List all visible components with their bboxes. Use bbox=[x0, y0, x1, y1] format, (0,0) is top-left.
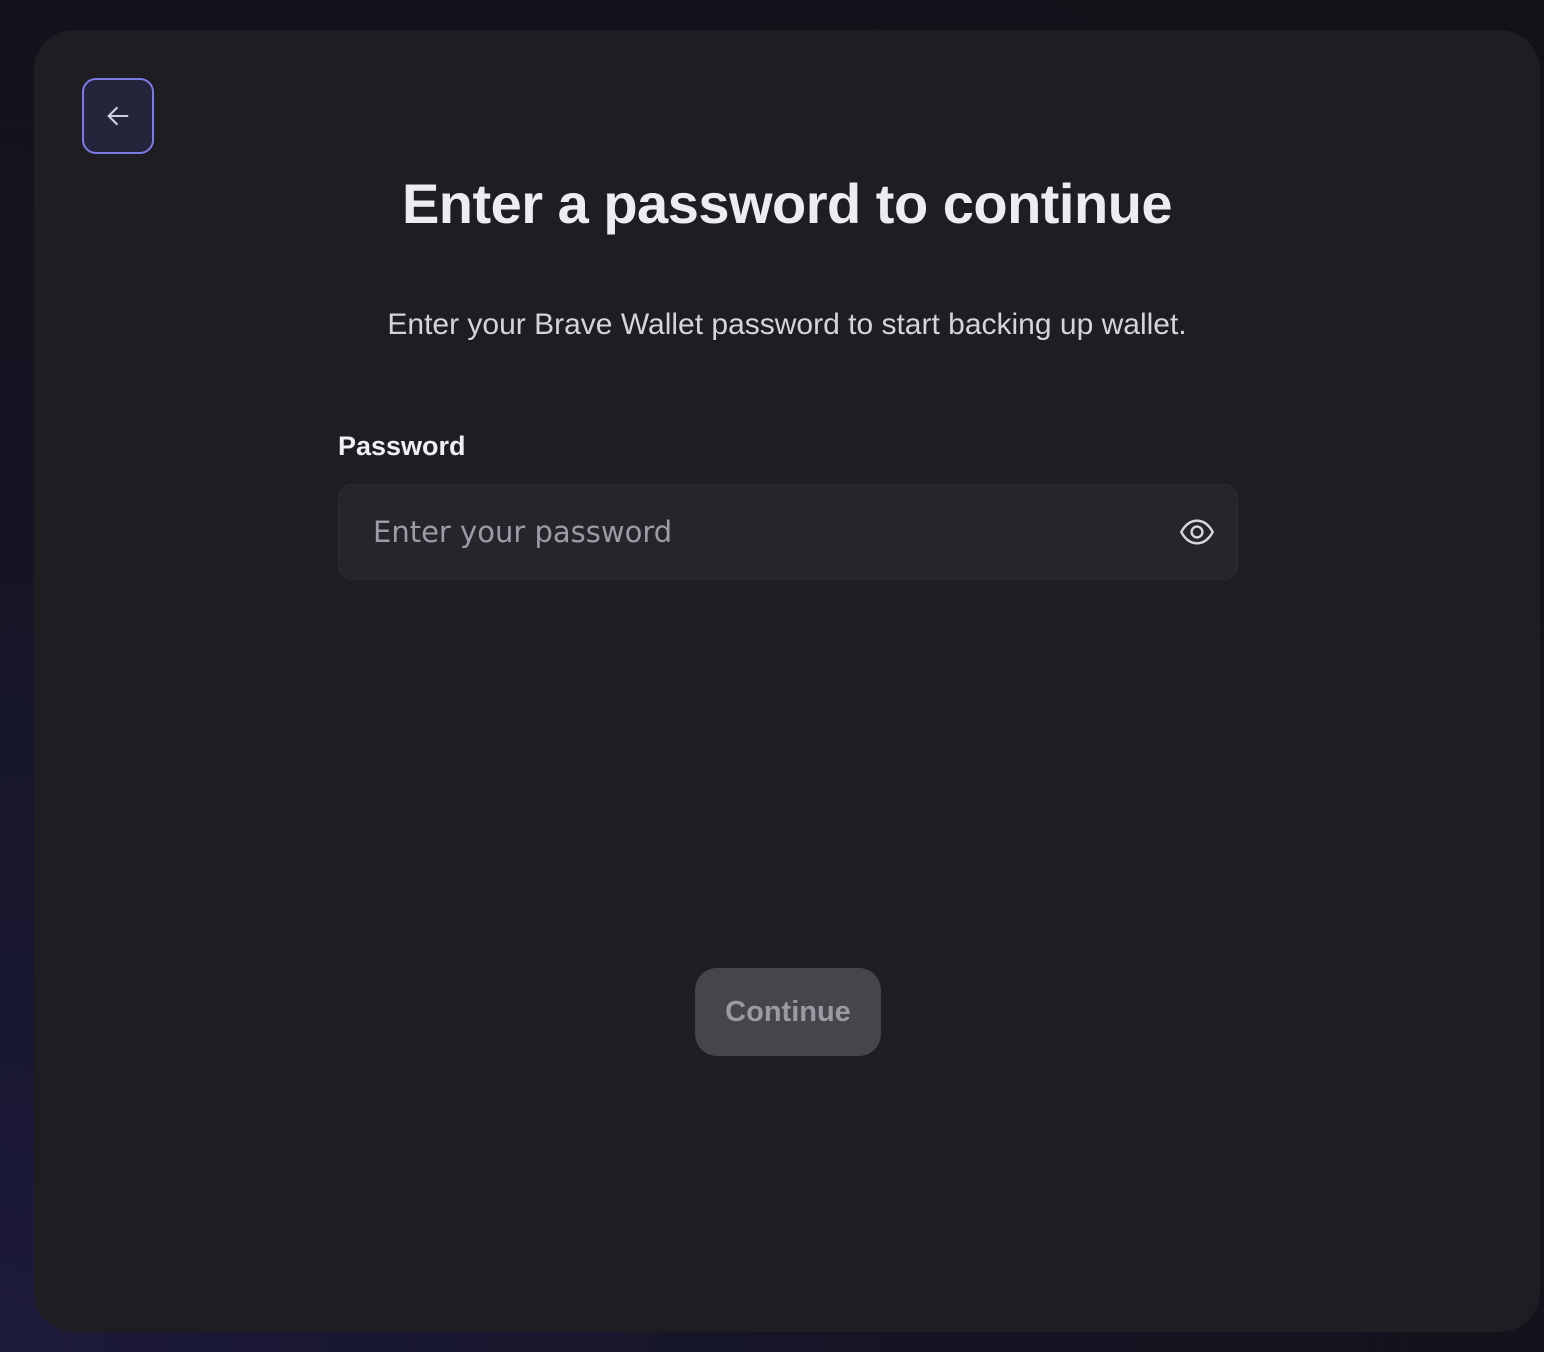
password-label: Password bbox=[338, 431, 466, 461]
arrow-left-icon bbox=[107, 106, 129, 126]
password-field bbox=[338, 484, 1238, 580]
password-input[interactable] bbox=[339, 485, 1159, 579]
password-card: Enter a password to continue Enter your … bbox=[34, 30, 1540, 1332]
continue-button[interactable]: Continue bbox=[695, 968, 881, 1056]
eye-icon bbox=[1180, 519, 1214, 545]
page-title: Enter a password to continue bbox=[401, 172, 1173, 235]
page-subtitle: Enter your Brave Wallet password to star… bbox=[387, 308, 1187, 341]
back-button[interactable] bbox=[82, 78, 154, 154]
show-password-button[interactable] bbox=[1177, 512, 1217, 552]
